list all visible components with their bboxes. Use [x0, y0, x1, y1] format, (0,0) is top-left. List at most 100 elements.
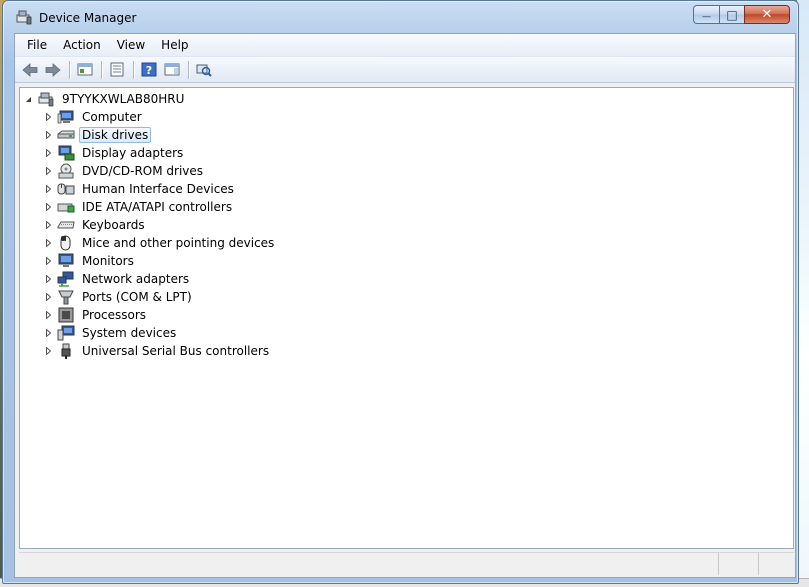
tree-item-label: Computer	[82, 110, 142, 124]
device-tree[interactable]: 9TYYKXWLAB80HRU Computer Disk drives Dis…	[19, 87, 794, 549]
usb-icon	[57, 343, 75, 359]
scan-hardware-icon	[196, 64, 212, 77]
status-bar	[19, 552, 794, 575]
tree-item-processors[interactable]: Processors	[44, 306, 149, 324]
expand-icon[interactable]	[44, 275, 53, 284]
close-button[interactable]: ✕	[744, 5, 790, 24]
help-button[interactable]: ?	[138, 59, 160, 81]
expand-icon[interactable]	[44, 149, 53, 158]
expand-icon[interactable]	[44, 293, 53, 302]
tree-item-label: DVD/CD-ROM drives	[82, 164, 204, 178]
forward-button[interactable]	[42, 59, 64, 81]
tree-item-label: Ports (COM & LPT)	[82, 290, 192, 304]
back-button[interactable]	[19, 59, 41, 81]
computer-icon	[57, 109, 75, 125]
status-segment	[719, 553, 759, 575]
mouse-icon	[57, 235, 75, 251]
tree-item-label: Keyboards	[82, 218, 145, 232]
back-icon	[22, 62, 38, 77]
minimize-button[interactable]: —	[693, 5, 719, 24]
tree-item-label: Display adapters	[82, 146, 184, 160]
tree-item-label: Disk drives	[79, 127, 152, 143]
expand-icon[interactable]	[44, 113, 53, 122]
tree-item-label: Universal Serial Bus controllers	[82, 344, 270, 358]
tree-item-label: Mice and other pointing devices	[82, 236, 275, 250]
close-icon: ✕	[761, 7, 773, 22]
tree-item-label: Processors	[82, 308, 147, 322]
disk-drive-icon	[57, 127, 75, 143]
expand-icon[interactable]	[44, 131, 53, 140]
tree-item-ports[interactable]: Ports (COM & LPT)	[44, 288, 195, 306]
tree-item-mice[interactable]: Mice and other pointing devices	[44, 234, 277, 252]
tree-item-system-devices[interactable]: System devices	[44, 324, 179, 342]
expand-icon[interactable]	[44, 203, 53, 212]
expand-icon[interactable]	[44, 185, 53, 194]
menu-bar: File Action View Help	[15, 34, 795, 56]
tree-root-node[interactable]: 9TYYKXWLAB80HRU	[24, 90, 187, 108]
dvd-drive-icon	[57, 163, 75, 179]
menu-action[interactable]: Action	[55, 36, 109, 54]
show-hide-tree-button[interactable]	[74, 59, 96, 81]
expand-icon[interactable]	[44, 239, 53, 248]
tree-item-dvd-drives[interactable]: DVD/CD-ROM drives	[44, 162, 206, 180]
ide-controller-icon	[57, 199, 75, 215]
expand-icon[interactable]	[44, 167, 53, 176]
tree-item-keyboards[interactable]: Keyboards	[44, 216, 148, 234]
expand-icon[interactable]	[44, 257, 53, 266]
caption-buttons: — □ ✕	[693, 5, 790, 25]
tree-item-ide-controllers[interactable]: IDE ATA/ATAPI controllers	[44, 198, 235, 216]
client-area: File Action View Help ? 9TYYKXWLAB80HRU …	[14, 33, 796, 578]
network-adapter-icon	[57, 271, 75, 287]
action-pane-icon	[164, 63, 180, 76]
tree-item-disk-drives[interactable]: Disk drives	[44, 126, 152, 144]
menu-view[interactable]: View	[109, 36, 153, 54]
toolbar: ?	[15, 56, 795, 83]
toolbar-separator	[188, 60, 189, 79]
tree-item-label: Human Interface Devices	[82, 182, 234, 196]
menu-help[interactable]: Help	[153, 36, 196, 54]
show-hide-tree-icon	[77, 63, 93, 76]
device-manager-app-icon	[16, 10, 32, 25]
toolbar-separator	[101, 60, 102, 79]
properties-icon	[110, 62, 124, 77]
minimize-icon: —	[702, 11, 711, 22]
tree-item-network-adapters[interactable]: Network adapters	[44, 270, 192, 288]
tree-item-display-adapters[interactable]: Display adapters	[44, 144, 186, 162]
system-device-icon	[57, 325, 75, 341]
toolbar-separator	[69, 60, 70, 79]
tree-item-human-interface-devices[interactable]: Human Interface Devices	[44, 180, 237, 198]
computer-root-icon	[37, 91, 55, 107]
port-icon	[57, 289, 75, 305]
tree-root-label: 9TYYKXWLAB80HRU	[62, 92, 185, 106]
svg-text:?: ?	[146, 64, 152, 77]
toolbar-separator	[133, 60, 134, 79]
status-segment	[19, 553, 719, 575]
expand-icon[interactable]	[44, 221, 53, 230]
action-pane-button[interactable]	[161, 59, 183, 81]
tree-item-label: Monitors	[82, 254, 134, 268]
expand-icon[interactable]	[44, 329, 53, 338]
processor-icon	[57, 307, 75, 323]
hid-icon	[57, 181, 75, 197]
forward-icon	[45, 62, 61, 77]
tree-item-usb-controllers[interactable]: Universal Serial Bus controllers	[44, 342, 272, 360]
window-title: Device Manager	[39, 11, 137, 25]
tree-item-label: Network adapters	[82, 272, 190, 286]
scan-hardware-button[interactable]	[193, 59, 215, 81]
monitor-icon	[57, 253, 75, 269]
maximize-button[interactable]: □	[719, 5, 744, 24]
keyboard-icon	[57, 217, 75, 233]
menu-file[interactable]: File	[19, 36, 55, 54]
tree-item-computer[interactable]: Computer	[44, 108, 145, 126]
properties-button[interactable]	[106, 59, 128, 81]
help-icon: ?	[141, 62, 157, 77]
tree-item-label: IDE ATA/ATAPI controllers	[82, 200, 233, 214]
tree-item-monitors[interactable]: Monitors	[44, 252, 137, 270]
title-bar[interactable]: Device Manager — □ ✕	[3, 1, 798, 32]
expand-icon[interactable]	[44, 347, 53, 356]
maximize-icon: □	[726, 7, 738, 22]
expand-icon[interactable]	[44, 311, 53, 320]
display-adapter-icon	[57, 145, 75, 161]
tree-item-label: System devices	[82, 326, 177, 340]
collapse-icon[interactable]	[24, 95, 33, 104]
